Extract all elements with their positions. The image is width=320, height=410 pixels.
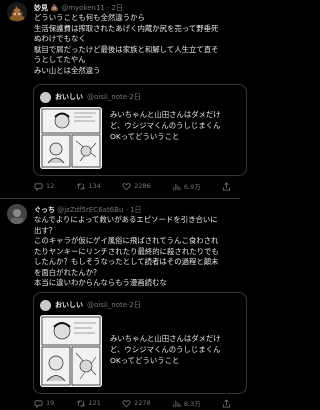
reply-button[interactable]: 19 bbox=[34, 399, 54, 408]
line: 本当に違いわからんならもう漫画読むな bbox=[34, 278, 167, 287]
views-button[interactable]: 6.9万 bbox=[172, 181, 201, 191]
quoted-tweet-text: みいちゃんと山田さんはダメだけ ど、ウシジマくんのうしじまくん OKってどういう… bbox=[110, 109, 221, 142]
display-name[interactable]: 妙見 bbox=[34, 4, 48, 12]
line: 出す？ bbox=[34, 225, 57, 235]
photo-avatar-icon bbox=[7, 204, 27, 224]
user-avatar[interactable] bbox=[7, 204, 27, 224]
tweet-2-text: なんでよりによって救いがあるエピソードを引き合いに 出す？ このキャラが仮にゲイ… bbox=[34, 215, 238, 289]
view-count: 8.3万 bbox=[183, 400, 201, 408]
poop-emoji-icon bbox=[9, 6, 25, 21]
line: ど、ウシジマくんのうしじまくん bbox=[110, 121, 221, 130]
line: みい山とは全然違う bbox=[34, 65, 101, 75]
tweet-1-text: どういうことも何も全然違うから 生活保護費は搾取されたあげく内蔵か尻を売って野垂… bbox=[34, 13, 238, 76]
like-count: 2286 bbox=[134, 182, 151, 190]
tweet-divider bbox=[0, 198, 240, 199]
user-avatar[interactable] bbox=[7, 2, 27, 22]
views-chart-icon bbox=[173, 183, 181, 190]
timestamp[interactable]: 1日 bbox=[130, 206, 141, 214]
manga-panel-image bbox=[40, 107, 102, 169]
line: うとしてたやん bbox=[34, 55, 86, 64]
line: どういうことも何も全然違うから bbox=[34, 13, 145, 22]
quoted-tweet[interactable]: おいしい @oisii_note · 2日 みいちゃんと山田さんはダメだけ ど、… bbox=[33, 84, 247, 176]
quoted-tweet-header: おいしい @oisii_note · 2日 bbox=[40, 299, 141, 311]
line: OKってどういうこと bbox=[110, 356, 180, 365]
quoted-timestamp: 2日 bbox=[129, 93, 141, 101]
tweet-2-actions: 19 121 2278 8.3万 bbox=[34, 397, 234, 409]
heart-icon bbox=[122, 182, 131, 190]
like-count: 2278 bbox=[134, 399, 151, 407]
quoted-display-name: おいしい bbox=[55, 301, 83, 309]
line: 生活保護費は搾取されたあげく内蔵か尻を売って野垂死 bbox=[34, 23, 219, 33]
reply-icon bbox=[34, 399, 43, 408]
quoted-handle: @oisii_note bbox=[87, 93, 128, 101]
quoted-display-name: おいしい bbox=[55, 93, 83, 101]
reply-icon bbox=[34, 182, 43, 191]
timestamp[interactable]: 2日 bbox=[112, 4, 123, 12]
heart-icon bbox=[122, 399, 131, 407]
line: なんでよりによって救いがあるエピソードを引き合いに bbox=[34, 215, 218, 224]
line: みいちゃんと山田さんはダメだけ bbox=[110, 110, 221, 119]
quoted-tweet-text: みいちゃんと山田さんはダメだけ ど、ウシジマくんのうしじまくん OKってどういう… bbox=[110, 333, 221, 366]
share-icon bbox=[222, 398, 231, 408]
line: みいちゃんと山田さんはダメだけ bbox=[110, 334, 221, 343]
share-button[interactable] bbox=[222, 398, 234, 408]
tweet-1-actions: 12 134 2286 6.9万 bbox=[34, 180, 234, 192]
like-button[interactable]: 2286 bbox=[122, 182, 151, 191]
retweet-button[interactable]: 121 bbox=[76, 399, 101, 408]
manga-thumbnail[interactable] bbox=[40, 315, 102, 387]
share-button[interactable] bbox=[222, 181, 234, 191]
quoted-avatar bbox=[40, 299, 51, 311]
quoted-timestamp: 2日 bbox=[129, 301, 141, 309]
quoted-tweet[interactable]: おいしい @oisii_note · 2日 みいちゃんと山田さんはダメだけ ど、… bbox=[33, 292, 247, 394]
quoted-tweet-header: おいしい @oisii_note · 2日 bbox=[40, 91, 141, 103]
like-button[interactable]: 2278 bbox=[122, 399, 151, 408]
line: ぬわけでもなく bbox=[34, 34, 86, 43]
views-button[interactable]: 8.3万 bbox=[172, 398, 201, 408]
quoted-avatar bbox=[40, 91, 51, 103]
tweet-2-header: ぐっち @jzZdf5rEC6at6Bu · 1日 bbox=[34, 206, 142, 214]
retweet-icon bbox=[76, 399, 85, 407]
manga-panel-image bbox=[40, 315, 102, 387]
reply-count: 19 bbox=[46, 399, 55, 407]
tweet-1-header: 妙見 💩 @myoken11 · 2日 bbox=[34, 4, 124, 12]
line: 駄目で屑だったけど最後は家族と和解して人生立て直そ bbox=[34, 44, 219, 54]
line: を面白がれたんか？ bbox=[34, 267, 101, 277]
display-name[interactable]: ぐっち bbox=[34, 206, 55, 214]
manga-thumbnail[interactable] bbox=[40, 107, 102, 169]
line: したんか？もしそうなったとして読者はその過程と顛末 bbox=[34, 257, 219, 266]
poop-badge-icon: 💩 bbox=[50, 4, 59, 12]
view-count: 6.9万 bbox=[183, 183, 201, 191]
retweet-count: 121 bbox=[88, 399, 101, 407]
retweet-button[interactable]: 134 bbox=[76, 182, 101, 191]
line: このキャラが仮にゲイ風俗に飛ばされてうんこ食わされ bbox=[34, 236, 219, 245]
reply-button[interactable]: 12 bbox=[34, 182, 54, 191]
line: ど、ウシジマくんのうしじまくん bbox=[110, 345, 221, 354]
user-handle[interactable]: @myoken11 bbox=[61, 4, 105, 12]
share-icon bbox=[222, 181, 231, 191]
line: OKってどういうこと bbox=[110, 132, 180, 141]
line: たりヤンキーにリンチされたり最終的に殺されたりでも bbox=[34, 246, 219, 256]
retweet-icon bbox=[76, 182, 85, 190]
retweet-count: 134 bbox=[88, 182, 101, 190]
user-handle[interactable]: @jzZdf5rEC6at6Bu bbox=[57, 206, 123, 214]
quoted-handle: @oisii_note bbox=[87, 301, 128, 309]
reply-count: 12 bbox=[46, 182, 55, 190]
views-chart-icon bbox=[173, 400, 181, 407]
